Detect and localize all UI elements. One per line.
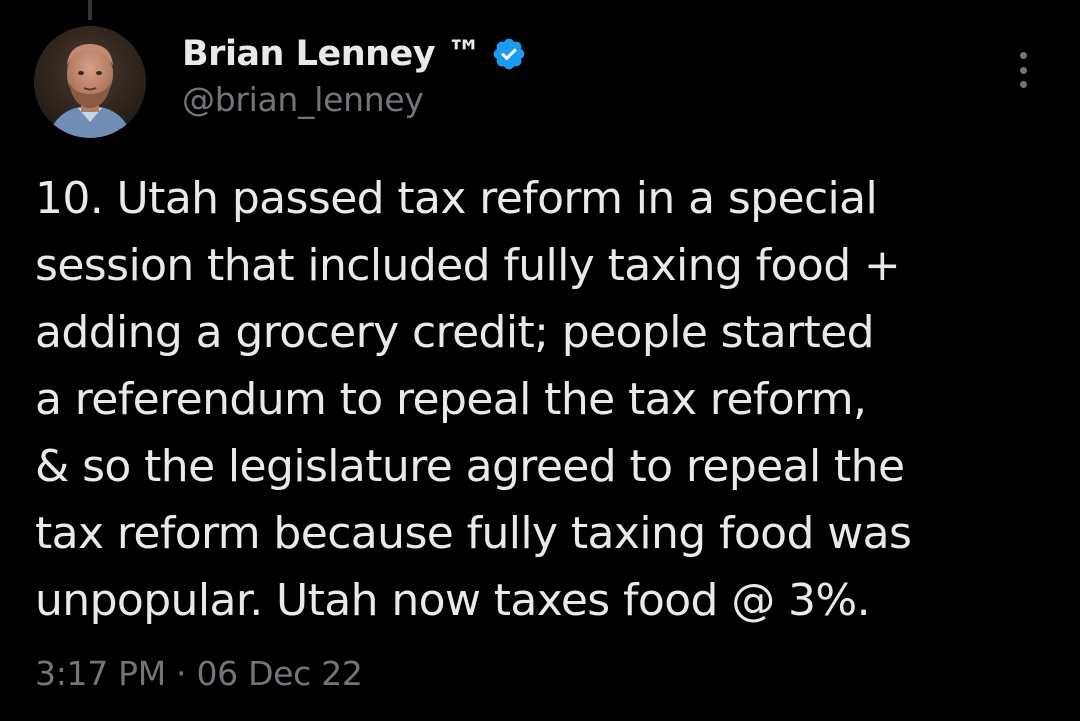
avatar[interactable] [34,26,146,138]
author-handle[interactable]: @brian_lenney [182,80,424,119]
tweet-text-line: unpopular. Utah now taxes food @ 3%. [35,575,871,626]
more-options-dot [1019,81,1027,88]
tweet-date[interactable]: 06 Dec 22 [196,654,362,693]
author-name-row[interactable]: Brian Lenney ™ [182,30,527,78]
tweet-timestamp[interactable]: 3:17 PM · 06 Dec 22 [35,654,363,693]
thread-connector-line [88,0,92,20]
tweet-text: 10. Utah passed tax reform in a special … [35,165,1035,634]
tweet-text-line: tax reform because fully taxing food was [35,508,912,559]
timestamp-separator: · [176,654,187,693]
tweet-text-line: & so the legislature agreed to repeal th… [35,441,905,492]
more-options-icon[interactable] [1008,50,1038,90]
more-options-dot [1019,66,1027,74]
author-display-name[interactable]: Brian Lenney ™ [182,34,482,74]
avatar-image [34,26,146,138]
tweet-text-line: adding a grocery credit; people started [35,307,875,358]
tweet-time[interactable]: 3:17 PM [35,654,166,693]
tweet-text-line: a referendum to repeal the tax reform, [35,374,867,425]
verified-badge-icon [491,36,527,72]
more-options-dot [1019,52,1027,59]
tweet-text-line: 10. Utah passed tax reform in a special [35,173,878,224]
tweet-text-line: session that included fully taxing food … [35,240,901,291]
